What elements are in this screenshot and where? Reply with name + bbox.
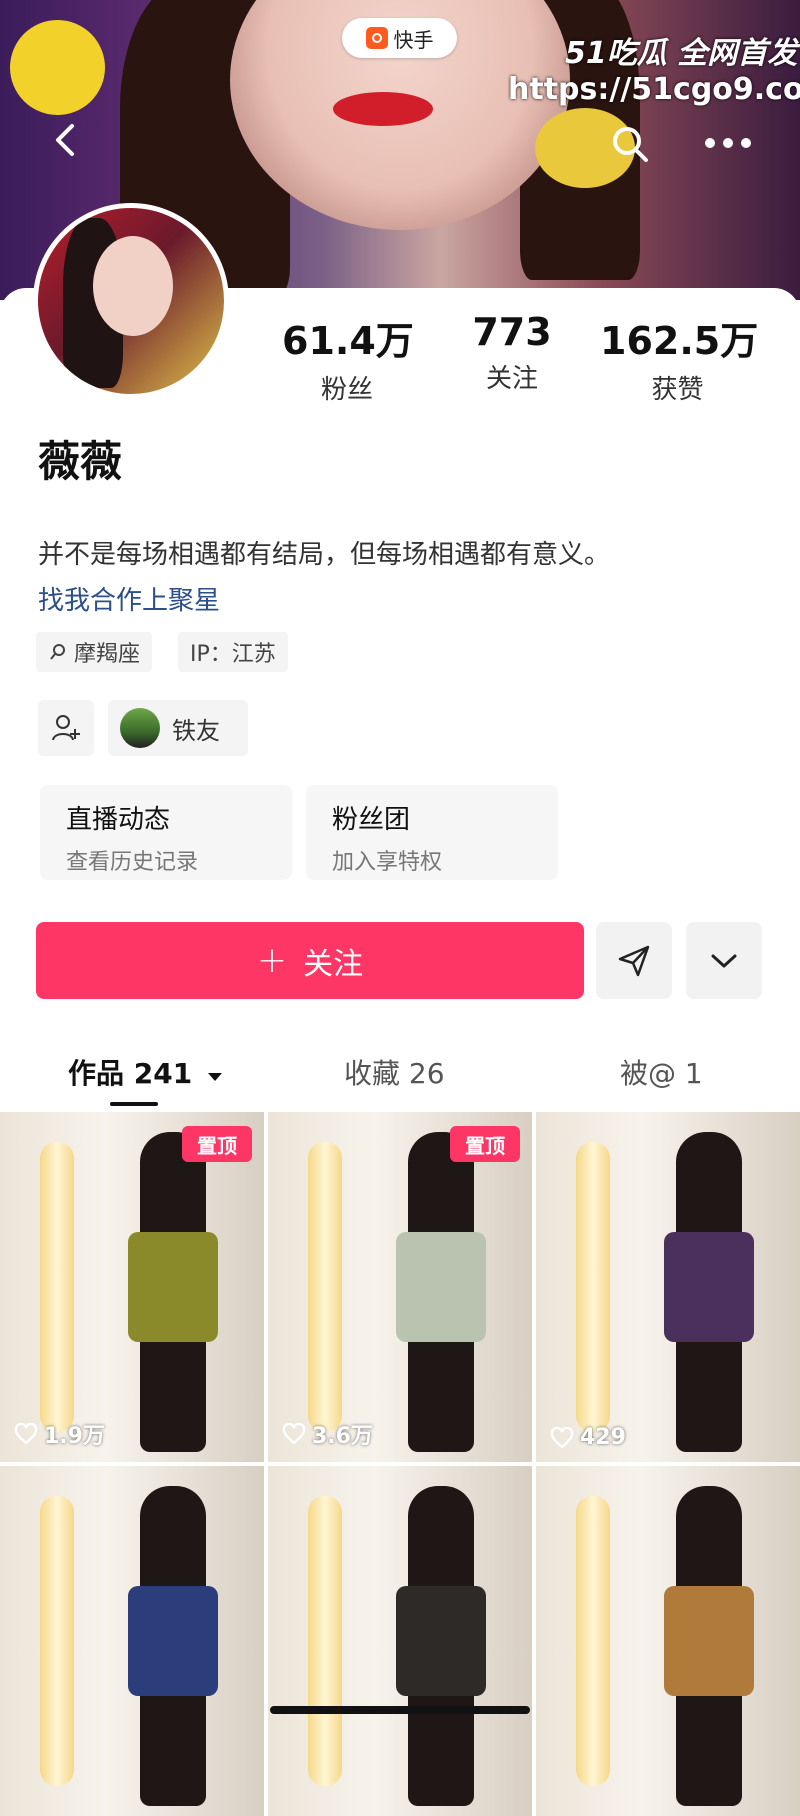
pinned-badge: 置顶 <box>450 1126 520 1162</box>
more-dots-icon <box>705 138 751 148</box>
add-friend-button[interactable] <box>38 700 94 756</box>
stat-following[interactable]: 773 关注 <box>452 310 572 395</box>
tab-favorites[interactable]: 收藏 26 <box>344 1052 445 1092</box>
tiefan-button[interactable]: 铁友 <box>108 700 248 756</box>
pinned-badge: 置顶 <box>182 1126 252 1162</box>
message-button[interactable] <box>596 922 672 999</box>
stat-fans[interactable]: 61.4万 粉丝 <box>282 310 414 406</box>
chevron-down-icon <box>711 954 737 967</box>
avatar-image <box>38 208 224 394</box>
banner-lips <box>333 92 433 126</box>
cooperation-link[interactable]: 找我合作上聚星 <box>38 580 220 617</box>
plus-icon: + <box>256 940 288 981</box>
caret-down-icon <box>207 1073 222 1081</box>
heart-icon <box>282 1423 306 1445</box>
banner-toy <box>10 20 105 115</box>
card-subtitle: 加入享特权 <box>332 850 443 875</box>
tab-label: 作品 241 <box>68 1057 193 1090</box>
tag-ip: IP：江苏 <box>178 632 288 672</box>
more-options-button[interactable] <box>700 128 756 158</box>
like-count-value: 429 <box>580 1425 626 1450</box>
active-tab-indicator <box>110 1102 158 1106</box>
tag-label: IP：江苏 <box>190 642 276 667</box>
search-icon <box>613 127 648 162</box>
stat-value: 61.4万 <box>282 319 414 363</box>
like-count: 429 <box>550 1425 626 1450</box>
app-badge-label: 快手 <box>393 27 434 52</box>
stat-label: 粉丝 <box>320 375 373 405</box>
send-icon <box>618 945 650 976</box>
fan-club-card[interactable]: 粉丝团 加入享特权 <box>306 785 558 880</box>
tag-zodiac: 摩羯座 <box>36 632 153 672</box>
live-history-card[interactable]: 直播动态 查看历史记录 <box>40 785 292 880</box>
tab-label: 收藏 26 <box>344 1057 445 1090</box>
stat-label: 获赞 <box>651 375 704 405</box>
card-subtitle: 查看历史记录 <box>66 850 199 875</box>
female-icon <box>50 644 65 660</box>
profile-name: 薇薇 <box>38 437 123 486</box>
tag-label: 摩羯座 <box>74 642 141 667</box>
kuaishou-logo-icon <box>365 27 388 49</box>
stat-value: 162.5万 <box>600 319 759 363</box>
follow-button[interactable]: + 关注 <box>36 922 584 999</box>
tab-label: 被@ 1 <box>620 1057 703 1090</box>
stat-label: 关注 <box>485 364 538 394</box>
heart-icon <box>14 1423 38 1445</box>
video-thumbnail[interactable] <box>268 1466 532 1816</box>
home-indicator[interactable] <box>270 1706 530 1714</box>
video-thumbnail[interactable] <box>536 1466 800 1816</box>
card-title: 粉丝团 <box>332 805 411 835</box>
chevron-left-icon <box>56 124 74 156</box>
follow-label: 关注 <box>303 946 364 982</box>
tab-works[interactable]: 作品 241 <box>68 1052 224 1092</box>
video-thumbnail[interactable] <box>0 1466 264 1816</box>
video-thumbnail[interactable]: 429 <box>536 1112 800 1462</box>
profile-bio: 并不是每场相遇都有结局，但每场相遇都有意义。 <box>38 540 611 570</box>
stat-value: 773 <box>472 310 552 354</box>
like-count-value: 1.9万 <box>44 1424 105 1449</box>
like-count-value: 3.6万 <box>312 1424 373 1449</box>
like-count: 3.6万 <box>282 1418 373 1450</box>
watermark-brand: 51吃瓜 全网首发 <box>565 36 798 71</box>
avatar[interactable] <box>33 203 229 399</box>
heart-icon <box>550 1426 574 1449</box>
card-title: 直播动态 <box>66 805 171 835</box>
stat-likes[interactable]: 162.5万 获赞 <box>600 310 759 406</box>
like-count: 1.9万 <box>14 1418 105 1450</box>
video-thumbnail[interactable]: 置顶 1.9万 <box>0 1112 264 1462</box>
video-thumbnail[interactable]: 置顶 3.6万 <box>268 1112 532 1462</box>
search-button[interactable] <box>608 122 652 166</box>
back-button[interactable] <box>48 122 84 158</box>
tiefan-avatar <box>120 708 160 748</box>
watermark-url: https://51cgo9.com <box>508 72 800 107</box>
tiefan-label: 铁友 <box>172 716 220 745</box>
tab-mentions[interactable]: 被@ 1 <box>620 1052 703 1092</box>
add-user-icon <box>52 715 80 741</box>
dropdown-button[interactable] <box>686 922 762 999</box>
app-badge: 快手 <box>342 18 457 58</box>
